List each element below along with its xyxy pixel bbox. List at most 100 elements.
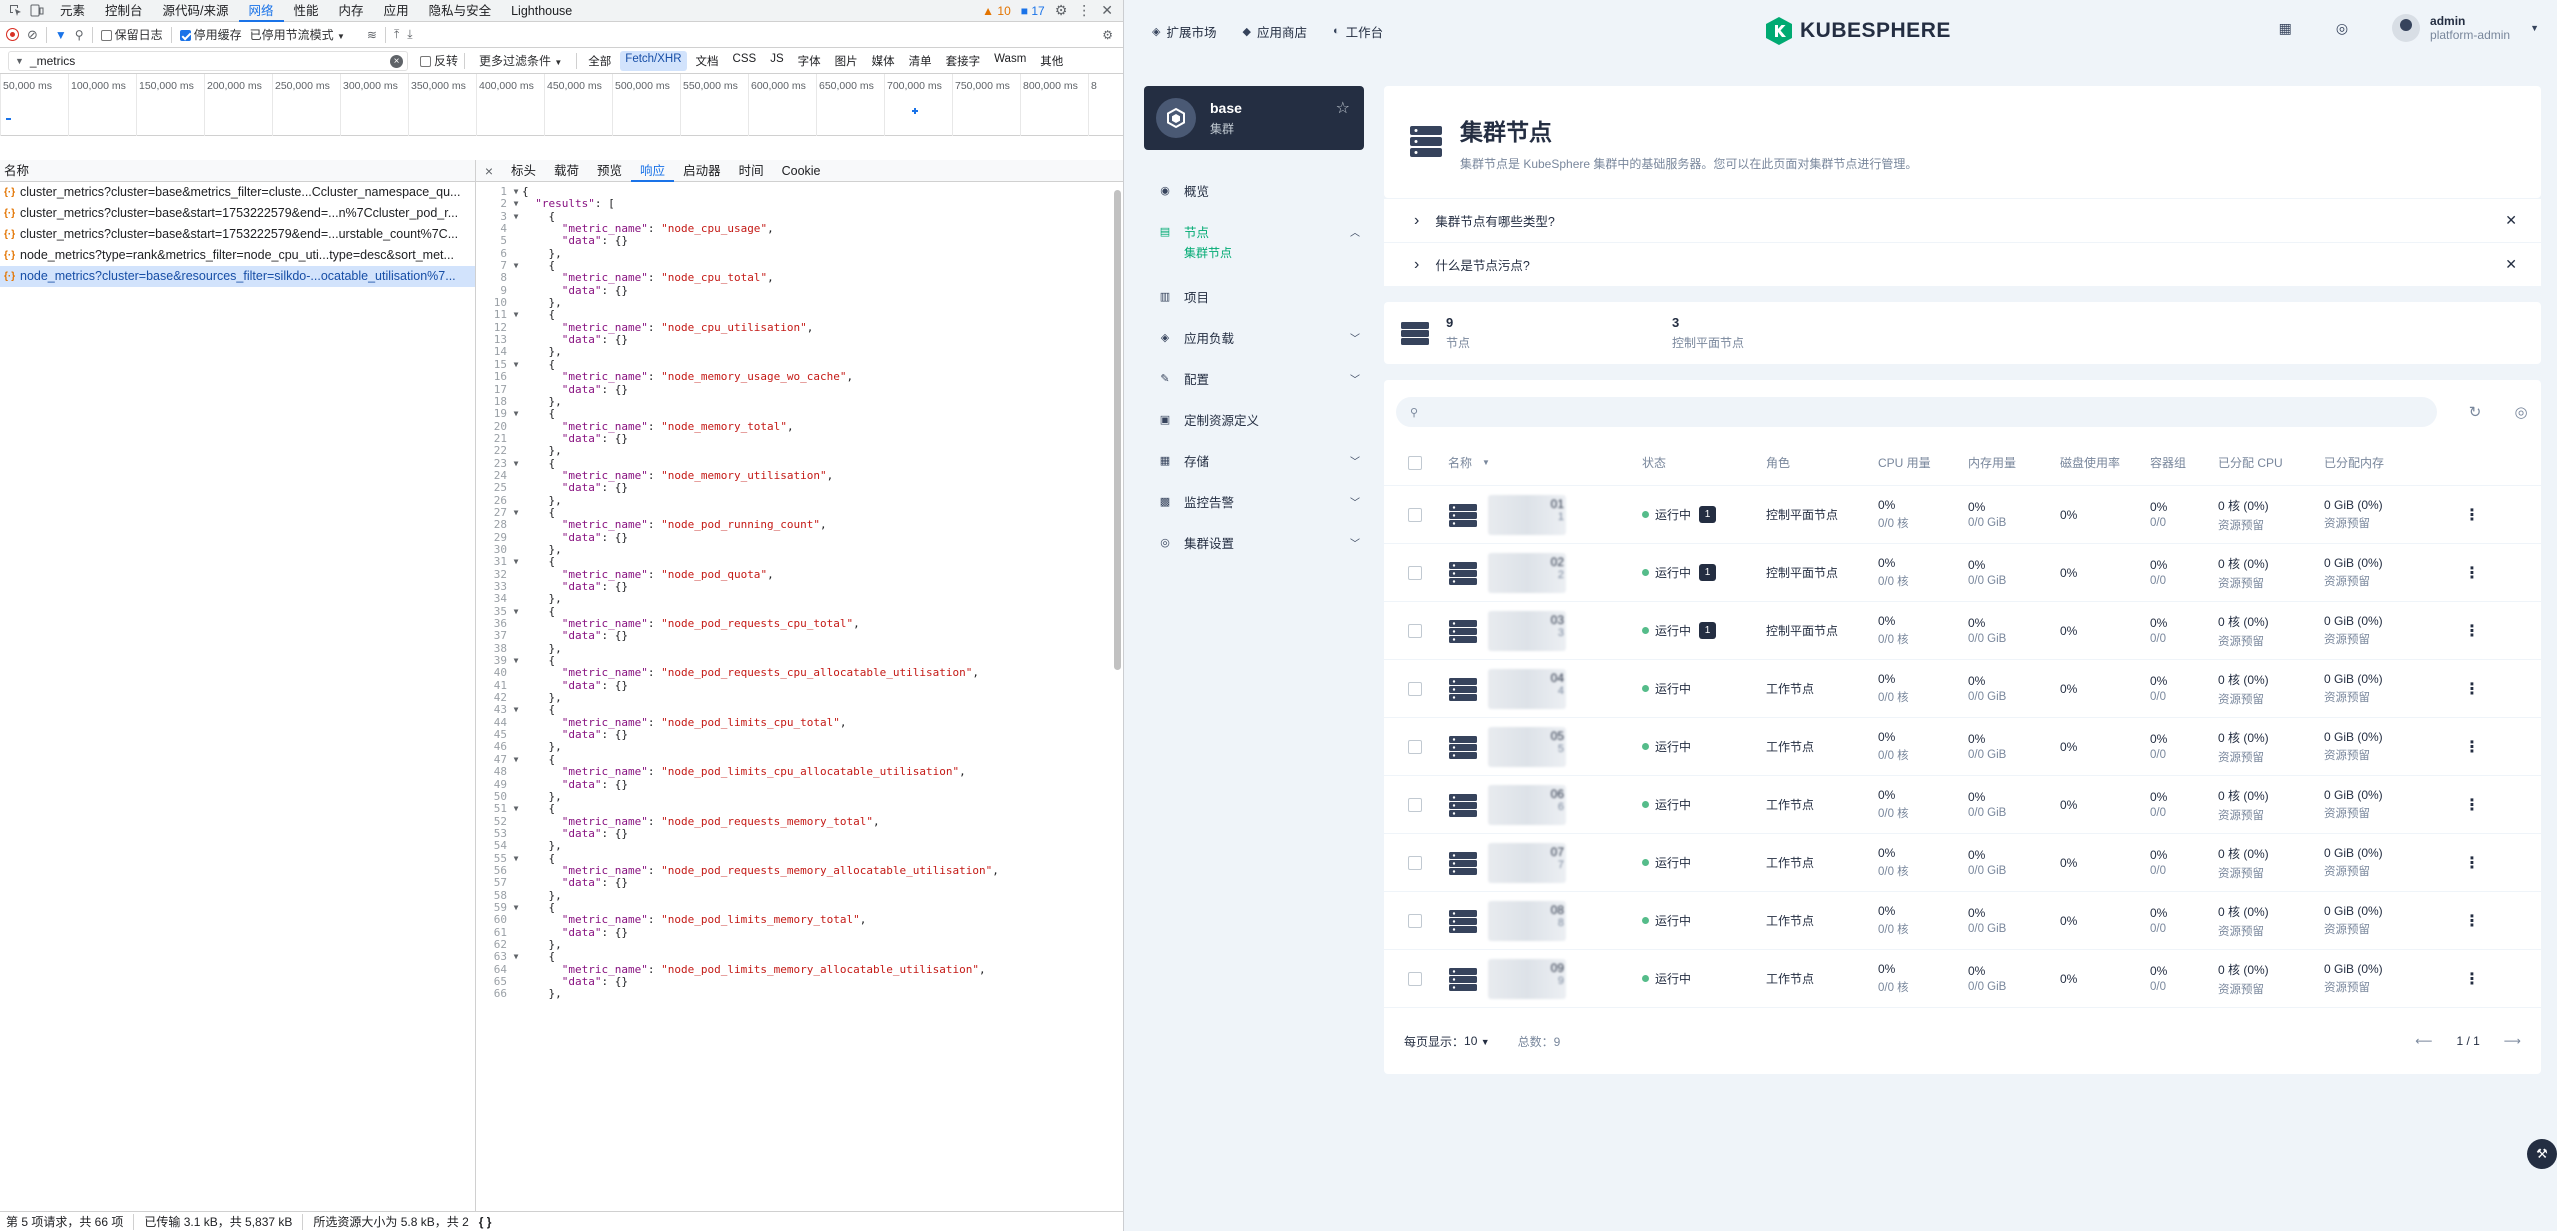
devtools-tab[interactable]: 性能: [284, 0, 329, 22]
prev-page-icon[interactable]: ⟵: [2415, 1034, 2432, 1048]
devtools-tab[interactable]: 隐私与安全: [419, 0, 502, 22]
request-row[interactable]: {·} cluster_metrics?cluster=base&metrics_…: [0, 182, 475, 203]
row-more-icon[interactable]: ⋮: [2464, 621, 2480, 641]
export-icon[interactable]: ⤓: [407, 27, 412, 42]
settings-gear-icon[interactable]: ⚙: [1055, 2, 1068, 19]
filter-chip[interactable]: 其他: [1035, 51, 1068, 71]
fold-toggle-icon[interactable]: ▼: [510, 408, 522, 420]
row-more-icon[interactable]: ⋮: [2464, 563, 2480, 583]
more-options-icon[interactable]: ⋮: [1077, 2, 1091, 19]
close-detail-icon[interactable]: ×: [476, 163, 502, 179]
disable-cache-checkbox[interactable]: 停用缓存: [179, 26, 242, 43]
node-name-blurred[interactable]: 09 9: [1488, 958, 1566, 999]
devtools-tab[interactable]: 控制台: [95, 0, 153, 22]
fold-toggle-icon[interactable]: ▼: [510, 458, 522, 470]
fold-toggle-icon[interactable]: ▼: [510, 803, 522, 815]
detail-tab[interactable]: 载荷: [545, 160, 588, 182]
table-row[interactable]: 03 3 运行中 1 控制平面节点 0% 0/0 核 0% 0/0 GiB 0% 0% 0/0 0 核 …: [1384, 602, 2541, 660]
filter-icon[interactable]: ▼: [55, 28, 67, 42]
close-icon[interactable]: ✕: [2505, 256, 2517, 273]
invert-checkbox[interactable]: 反转: [420, 52, 458, 69]
sidebar-item[interactable]: ▩ 监控告警 ﹀: [1144, 481, 1364, 522]
fold-toggle-icon[interactable]: ▼: [510, 853, 522, 865]
request-list-header[interactable]: 名称: [0, 160, 475, 182]
clear-filter-icon[interactable]: ×: [390, 54, 403, 68]
filter-chip[interactable]: 字体: [793, 51, 826, 71]
row-checkbox[interactable]: [1408, 565, 1422, 580]
clear-icon[interactable]: ⊘: [27, 27, 38, 43]
taint-badge[interactable]: 1: [1699, 506, 1717, 523]
detail-tab[interactable]: 启动器: [674, 160, 730, 182]
sidebar-item[interactable]: ◈ 应用负载 ﹀: [1144, 317, 1364, 358]
filter-chip[interactable]: 图片: [830, 51, 863, 71]
response-scrollbar[interactable]: [1114, 190, 1121, 670]
devtools-tab[interactable]: 应用: [374, 0, 419, 22]
fold-toggle-icon[interactable]: ▼: [510, 902, 522, 914]
refresh-icon[interactable]: ↻: [2467, 403, 2483, 421]
request-row[interactable]: {·} node_metrics?cluster=base&resources_f…: [0, 266, 475, 287]
fold-toggle-icon[interactable]: ▼: [510, 754, 522, 766]
table-row[interactable]: 09 9 运行中 工作节点 0% 0/0 核 0% 0/0 GiB 0% 0% 0/0 0 核 (0%…: [1384, 950, 2541, 1008]
sidebar-item[interactable]: ✎ 配置 ﹀: [1144, 358, 1364, 399]
row-more-icon[interactable]: ⋮: [2464, 795, 2480, 815]
filter-chip[interactable]: 全部: [583, 51, 616, 71]
row-more-icon[interactable]: ⋮: [2464, 911, 2480, 931]
faq-item[interactable]: › 集群节点有哪些类型? ✕: [1384, 198, 2541, 242]
table-row[interactable]: 08 8 运行中 工作节点 0% 0/0 核 0% 0/0 GiB 0% 0% 0/0 0 核 (0%…: [1384, 892, 2541, 950]
per-page-select[interactable]: 10 ▼: [1464, 1034, 1490, 1048]
table-row[interactable]: 04 4 运行中 工作节点 0% 0/0 核 0% 0/0 GiB 0% 0% 0/0 0 核 (0%…: [1384, 660, 2541, 718]
table-row[interactable]: 01 1 运行中 1 控制平面节点 0% 0/0 核 0% 0/0 GiB 0% 0% 0/0 0 核 …: [1384, 486, 2541, 544]
request-row[interactable]: {·} cluster_metrics?cluster=base&start=17…: [0, 203, 475, 224]
sidebar-item[interactable]: ▥ 项目: [1144, 276, 1364, 317]
search-icon[interactable]: ⚲: [75, 28, 84, 42]
fold-toggle-icon[interactable]: ▼: [510, 556, 522, 568]
checkbox-box[interactable]: [100, 30, 112, 42]
faq-item[interactable]: › 什么是节点污点? ✕: [1384, 242, 2541, 286]
detail-tab[interactable]: 预览: [588, 160, 631, 182]
fold-toggle-icon[interactable]: ▼: [510, 704, 522, 716]
row-checkbox[interactable]: [1408, 681, 1422, 696]
node-name-blurred[interactable]: 05 5: [1488, 726, 1566, 767]
node-name-blurred[interactable]: 07 7: [1488, 842, 1566, 883]
row-checkbox[interactable]: [1408, 739, 1422, 754]
top-nav-item[interactable]: ◆ 应用商店: [1242, 22, 1306, 41]
fold-toggle-icon[interactable]: ▼: [510, 198, 522, 210]
warning-count[interactable]: ▲ 10: [982, 4, 1011, 18]
fold-toggle-icon[interactable]: ▼: [510, 507, 522, 519]
info-count[interactable]: ■ 17: [1021, 4, 1045, 18]
inspect-icon[interactable]: [6, 2, 24, 20]
sidebar-item[interactable]: ▤ 节点 ︿: [1144, 211, 1364, 252]
fold-toggle-icon[interactable]: ▼: [510, 606, 522, 618]
row-more-icon[interactable]: ⋮: [2464, 505, 2480, 525]
cluster-card[interactable]: base 集群 ☆: [1144, 86, 1364, 150]
close-icon[interactable]: ✕: [2505, 212, 2517, 229]
row-checkbox[interactable]: [1408, 507, 1422, 522]
filter-chip[interactable]: Wasm: [989, 51, 1031, 71]
detail-tab[interactable]: 响应: [631, 160, 675, 182]
top-nav-item[interactable]: ◈ 扩展市场: [1152, 22, 1216, 41]
row-more-icon[interactable]: ⋮: [2464, 679, 2480, 699]
kubesphere-logo[interactable]: KUBESPHERE: [1766, 17, 1951, 45]
row-checkbox[interactable]: [1408, 971, 1422, 986]
node-name-blurred[interactable]: 03 3: [1488, 610, 1566, 651]
response-body[interactable]: 1 ▼{2 ▼ "results": [3 ▼ {4 "metric_name": "…: [476, 186, 1113, 1211]
network-overview-timeline[interactable]: 50,000 ms 100,000 ms 150,000 ms 200,000 ms 2…: [0, 74, 1123, 136]
sort-caret-icon[interactable]: ▼: [1482, 458, 1642, 467]
node-name-blurred[interactable]: 04 4: [1488, 668, 1566, 709]
devtools-tab[interactable]: 内存: [329, 0, 374, 22]
throttle-select[interactable]: 已停用节流模式 ▼: [250, 26, 345, 43]
settings-icon[interactable]: ◎: [2513, 403, 2529, 421]
select-all-checkbox[interactable]: [1408, 455, 1422, 470]
row-more-icon[interactable]: ⋮: [2464, 853, 2480, 873]
request-row[interactable]: {·} node_metrics?type=rank&metrics_filter…: [0, 245, 475, 266]
close-devtools-icon[interactable]: ✕: [1101, 2, 1113, 19]
row-more-icon[interactable]: ⋮: [2464, 969, 2480, 989]
filter-chip[interactable]: 文档: [691, 51, 724, 71]
checkbox-box[interactable]: [179, 30, 191, 42]
devtools-tab[interactable]: 元素: [50, 0, 95, 22]
devtools-tab[interactable]: 网络: [238, 0, 284, 22]
preserve-log-checkbox[interactable]: 保留日志: [100, 26, 163, 43]
apps-grid-icon[interactable]: ▦: [2279, 20, 2292, 37]
search-input[interactable]: ⚲: [1396, 397, 2437, 427]
table-row[interactable]: 07 7 运行中 工作节点 0% 0/0 核 0% 0/0 GiB 0% 0% 0/0 0 核 (0%…: [1384, 834, 2541, 892]
